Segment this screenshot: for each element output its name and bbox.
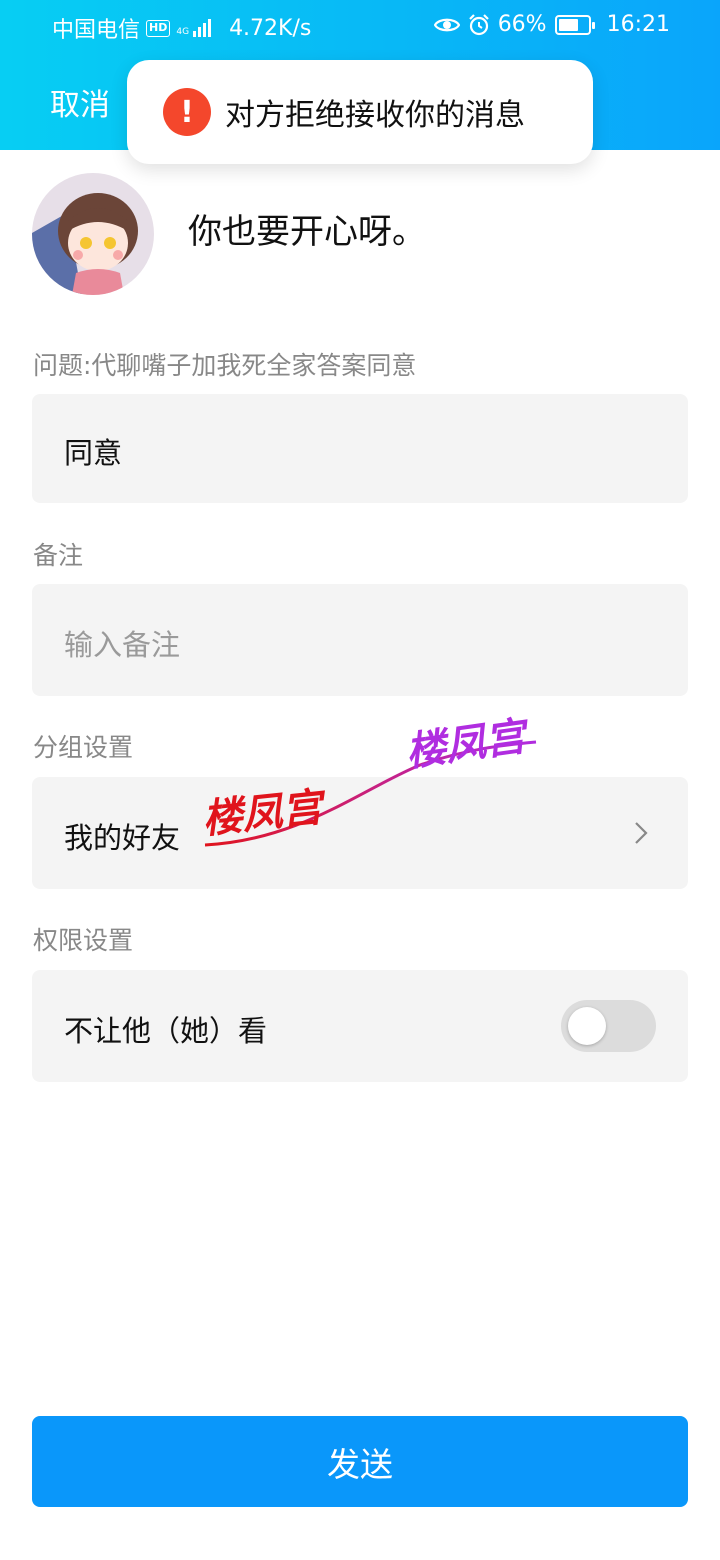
toast-message: 对方拒绝接收你的消息 xyxy=(225,98,525,133)
nickname: 你也要开心呀。 xyxy=(188,212,426,252)
signal-icon: 4G xyxy=(176,19,212,37)
battery-icon xyxy=(554,14,595,35)
answer-field[interactable]: 同意 xyxy=(32,394,688,503)
cancel-button[interactable]: 取消 xyxy=(50,80,110,124)
error-icon: ! xyxy=(163,88,211,136)
remark-input[interactable]: 输入备注 xyxy=(32,584,688,696)
status-bar: 中国电信 HD 4G 4.72K/s 66% 16:21 xyxy=(0,0,720,52)
remark-label: 备注 xyxy=(33,541,84,570)
hide-toggle[interactable] xyxy=(561,1000,656,1052)
group-selector[interactable]: 我的好友 xyxy=(32,777,688,889)
answer-value: 同意 xyxy=(64,436,123,470)
permission-option: 不让他（她）看 xyxy=(64,1014,268,1048)
network-type: 4G xyxy=(176,27,190,37)
avatar xyxy=(32,173,154,295)
status-left: 中国电信 HD 4G 4.72K/s xyxy=(52,12,311,44)
clock-time: 16:21 xyxy=(606,12,670,37)
permission-row: 不让他（她）看 xyxy=(32,970,688,1082)
remark-placeholder: 输入备注 xyxy=(64,628,181,662)
group-label: 分组设置 xyxy=(33,733,134,762)
hd-icon: HD xyxy=(146,19,171,37)
send-button[interactable]: 发送 xyxy=(32,1416,688,1507)
watermark-text-right: 楼凤宫 xyxy=(403,713,533,776)
battery-percent: 66% xyxy=(497,12,547,37)
carrier-name: 中国电信 xyxy=(52,18,141,43)
toggle-knob xyxy=(568,1007,606,1045)
permission-label: 权限设置 xyxy=(33,926,134,955)
alarm-icon xyxy=(468,13,489,35)
chevron-right-icon xyxy=(635,822,648,844)
question-label: 问题:代聊嘴子加我死全家答案同意 xyxy=(33,351,417,380)
eye-icon xyxy=(433,18,460,31)
status-right: 66% 16:21 xyxy=(433,12,670,37)
group-value: 我的好友 xyxy=(64,821,181,855)
network-speed: 4.72K/s xyxy=(229,15,312,41)
error-toast: ! 对方拒绝接收你的消息 xyxy=(127,60,593,164)
